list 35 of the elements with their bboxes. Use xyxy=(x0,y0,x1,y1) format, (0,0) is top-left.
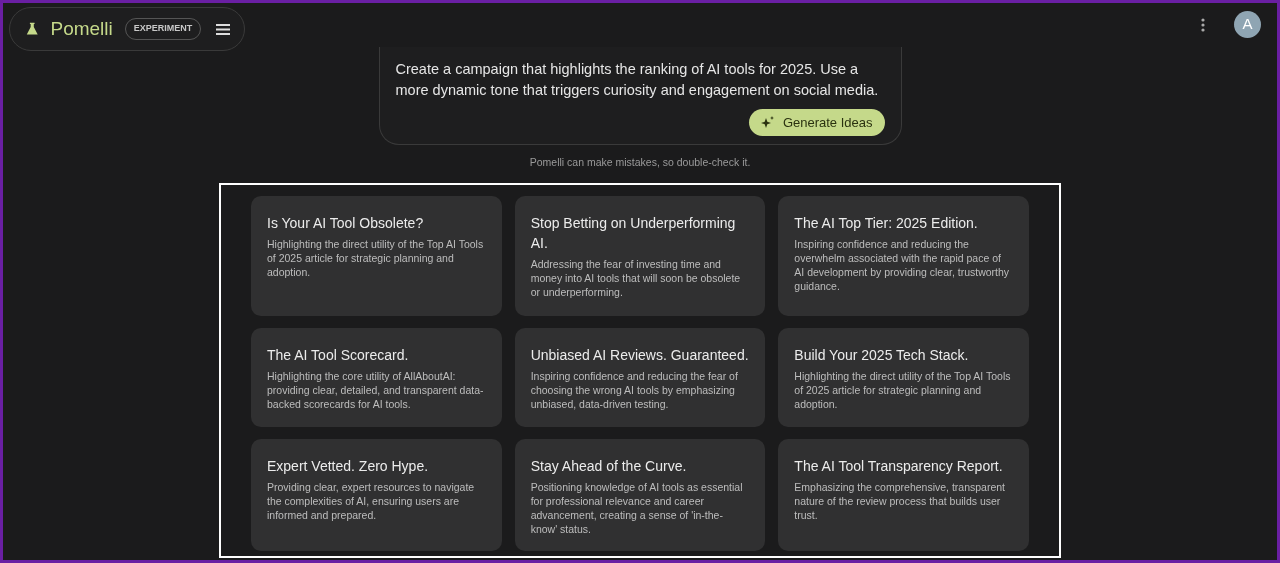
idea-title: Expert Vetted. Zero Hype. xyxy=(267,456,430,476)
idea-description: Inspiring confidence and reducing the overwhelm associated with the rapid pace of AI development by providing clear, trustworthy guidance. xyxy=(794,236,1011,293)
idea-title: Unbiased AI Reviews. Guaranteed. xyxy=(530,345,750,365)
idea-card[interactable]: The AI Tool Scorecard. Highlighting the core utility of AllAboutAI: providing clear, detailed, and transparent data-backed scorecards for AI tools. xyxy=(251,327,502,427)
idea-description: Highlighting the core utility of AllAboutAI: providing clear, detailed, and transparent data-backed scorecards for AI tools. xyxy=(267,368,485,411)
idea-description: Positioning knowledge of AI tools as essential for professional relevance and career advancement, creating a sense of 'in-the-know' status. xyxy=(530,479,744,536)
idea-description: Highlighting the direct utility of the Top AI Tools of 2025 article for strategic planning and adoption. xyxy=(794,368,1012,411)
idea-description: Highlighting the direct utility of the Top AI Tools of 2025 article for strategic planning and adoption. xyxy=(267,236,485,279)
prompt-field[interactable]: Create a campaign that highlights the ranking of AI tools for 2025. Use a more dynamic tone that triggers curiosity and engagement on social media. Generate Ideas xyxy=(378,47,902,145)
idea-card[interactable]: Is Your AI Tool Obsolete? Highlighting the direct utility of the Top AI Tools of 2025 article for strategic planning and adoption. xyxy=(251,195,502,316)
idea-card[interactable]: The AI Tool Transparency Report. Emphasizing the comprehensive, transparent nature of the review process that builds user trust. xyxy=(778,438,1029,551)
more-vertical-icon xyxy=(1201,18,1205,32)
idea-title: The AI Top Tier: 2025 Edition. xyxy=(794,213,979,233)
idea-card[interactable]: Stop Betting on Underperforming AI. Addressing the fear of investing time and money into AI tools that will soon be obsolete or underperforming. xyxy=(514,195,766,316)
sparkle-icon xyxy=(760,115,775,130)
idea-description: Inspiring confidence and reducing the fear of choosing the wrong AI tools by emphasizing unbiased, data-driven testing. xyxy=(530,368,739,411)
generate-ideas-button[interactable]: Generate Ideas xyxy=(748,109,885,136)
idea-description: Providing clear, expert resources to navigate the complexities of AI, ensuring users are informed and prepared. xyxy=(267,479,476,522)
disclaimer-text: Pomelli can make mistakes, so double-check it. xyxy=(529,155,751,170)
idea-description: Addressing the fear of investing time and money into AI tools that will soon be obsolete or underperforming. xyxy=(530,256,742,299)
idea-card[interactable]: Expert Vetted. Zero Hype. Providing clear, expert resources to navigate the complexities of AI, ensuring users are informed and prepared. xyxy=(251,438,502,551)
idea-card[interactable]: Build Your 2025 Tech Stack. Highlighting the direct utility of the Top AI Tools of 2025 article for strategic planning and adoption. xyxy=(778,327,1029,427)
prompt-text: Create a campaign that highlights the ranking of AI tools for 2025. Use a more dynamic tone that triggers curiosity and engagement on social media. xyxy=(395,60,880,100)
idea-title: Stay Ahead of the Curve. xyxy=(530,456,688,476)
idea-title: Stop Betting on Underperforming AI. xyxy=(530,213,737,253)
idea-title: Build Your 2025 Tech Stack. xyxy=(794,345,970,365)
idea-title: The AI Tool Scorecard. xyxy=(267,345,410,365)
idea-card[interactable]: Unbiased AI Reviews. Guaranteed. Inspiring confidence and reducing the fear of choosing the wrong AI tools by emphasizing unbiased, data-driven testing. xyxy=(514,327,766,427)
idea-description: Emphasizing the comprehensive, transparent nature of the review process that builds user trust. xyxy=(794,479,1007,522)
idea-title: The AI Tool Transparency Report. xyxy=(794,456,1004,476)
idea-card[interactable]: The AI Top Tier: 2025 Edition. Inspiring confidence and reducing the overwhelm associated with the rapid pace of AI development by providing clear, trustworthy guidance. xyxy=(778,195,1029,316)
app-name: Pomelli xyxy=(50,16,113,41)
menu-icon xyxy=(215,23,230,35)
idea-title: Is Your AI Tool Obsolete? xyxy=(267,213,425,233)
idea-card[interactable]: Stay Ahead of the Curve. Positioning knowledge of AI tools as essential for professional relevance and career advancement, creating a sense of 'in-the-know' status. xyxy=(514,438,766,551)
